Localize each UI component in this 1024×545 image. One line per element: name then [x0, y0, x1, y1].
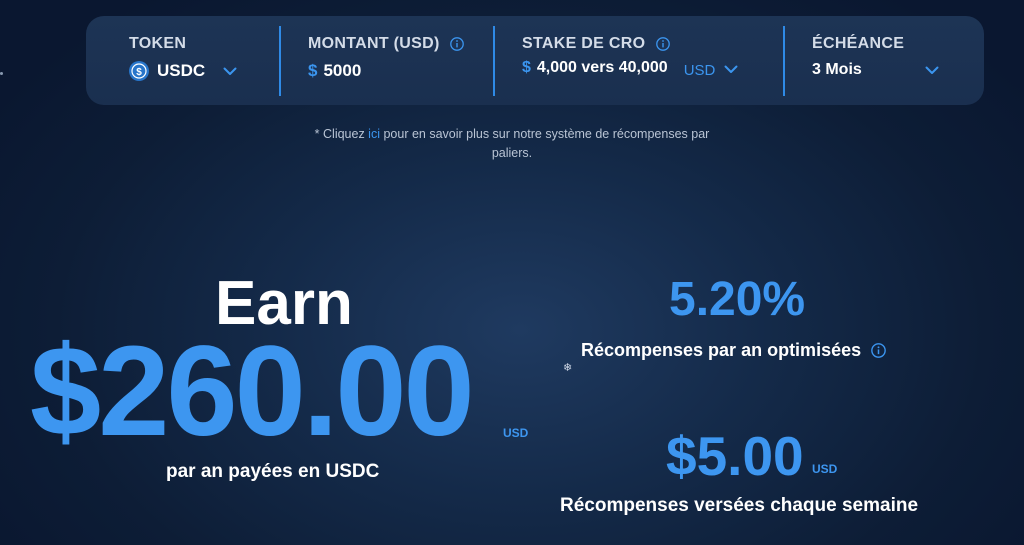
amount-currency-symbol: $ [308, 61, 318, 80]
reward-rate-caption: Récompenses par an optimisées [581, 340, 862, 360]
info-icon[interactable] [656, 36, 670, 51]
note-line2: paliers. [491, 146, 533, 160]
staking-calculator-bar: TOKEN $ USDC MONTANT (USD) $ 5000 STAKE … [86, 16, 984, 105]
cro-stake-unit: USD [683, 61, 716, 79]
amount-label-row: MONTANT (USD) [308, 35, 465, 53]
annual-earnings-caption: par an payées en USDC [166, 461, 380, 482]
annual-earnings-amount: $260.00 [30, 320, 475, 463]
snowflake-icon: ❄ [563, 362, 573, 374]
term-field[interactable]: ÉCHÉANCE 3 Mois [785, 16, 984, 105]
token-value: USDC [157, 61, 206, 80]
svg-text:$: $ [136, 67, 142, 78]
usdc-coin-icon: $ [129, 61, 149, 81]
token-select[interactable]: $ USDC [129, 61, 237, 81]
info-icon[interactable] [450, 36, 465, 51]
note-suffix: pour en savoir plus sur notre système de… [379, 127, 710, 141]
chevron-down-icon[interactable] [223, 67, 237, 76]
note-prefix: * Cliquez [314, 127, 369, 141]
cro-stake-label: STAKE DE CRO [522, 35, 646, 52]
amount-input[interactable]: $ 5000 [308, 61, 361, 81]
chevron-down-icon[interactable] [925, 66, 939, 75]
term-label: ÉCHÉANCE [812, 35, 905, 52]
token-label: TOKEN [129, 35, 187, 52]
tier-rewards-note: * Cliquez ici pour en savoir plus sur no… [0, 125, 1024, 163]
cro-stake-field[interactable]: STAKE DE CRO $ 4,000 vers 40,000 USD [495, 16, 783, 105]
cro-stake-value: 4,000 vers 40,000 [536, 59, 668, 76]
annual-earnings-currency: USD [503, 426, 529, 440]
stray-dot [0, 72, 3, 75]
amount-field[interactable]: MONTANT (USD) $ 5000 [281, 16, 494, 105]
weekly-reward-caption: Récompenses versées chaque semaine [560, 495, 919, 516]
amount-value: 5000 [323, 61, 362, 80]
reward-rate-caption-row: Récompenses par an optimisées [581, 340, 886, 361]
cro-stake-currency-symbol: $ [522, 59, 531, 76]
info-icon[interactable] [871, 343, 886, 358]
cro-stake-select[interactable]: $ 4,000 vers 40,000 USD [522, 59, 738, 79]
cro-stake-label-row: STAKE DE CRO [522, 35, 670, 53]
term-value: 3 Mois [812, 61, 862, 78]
weekly-reward-amount: $5.00 [666, 425, 804, 487]
chevron-down-icon[interactable] [724, 65, 738, 74]
amount-label: MONTANT (USD) [308, 35, 440, 52]
tier-info-link[interactable]: ici [368, 127, 380, 141]
term-select[interactable]: 3 Mois [812, 61, 939, 79]
weekly-reward-currency: USD [812, 462, 838, 476]
token-field[interactable]: TOKEN $ USDC [86, 16, 281, 105]
reward-rate: 5.20% [669, 273, 806, 326]
